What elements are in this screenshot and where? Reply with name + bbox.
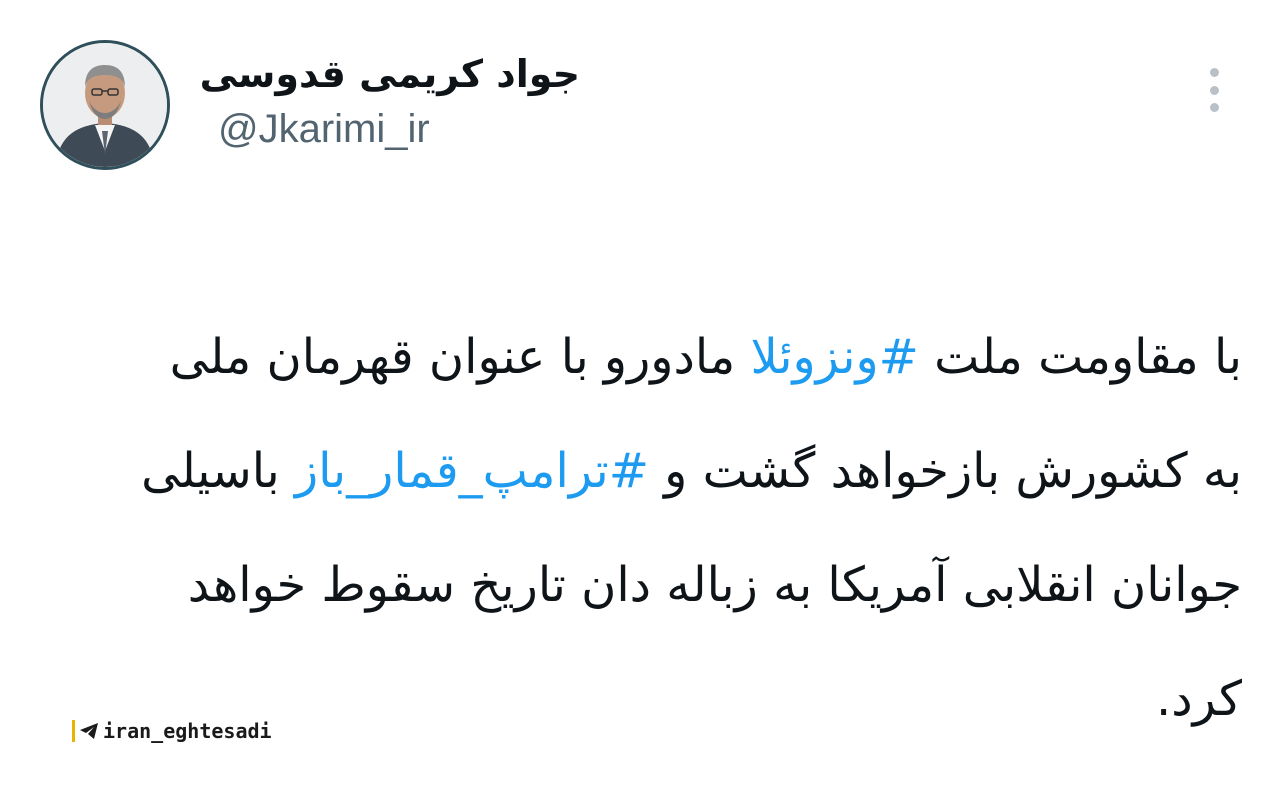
tweet-line-3: جوانان انقلابی آمریکا به زباله دان تاریخ… [187, 557, 1242, 613]
watermark-bar [72, 720, 75, 742]
tweet-text: با مقاومت ملت #ونزوئلا مادورو با عنوان ق… [60, 300, 1242, 756]
tweet-text-segment: باسیلی [141, 443, 295, 499]
avatar[interactable] [40, 40, 170, 170]
author-handle[interactable]: @Jkarimi_ir [218, 104, 430, 154]
telegram-icon [80, 723, 98, 739]
tweet-line-2: به کشورش بازخواهد گشت و #ترامپ_قمار_باز … [60, 414, 1242, 528]
tweet-text-segment: مادورو با عنوان قهرمان ملی [169, 329, 751, 385]
tweet-line-1: با مقاومت ملت #ونزوئلا مادورو با عنوان ق… [60, 300, 1242, 414]
profile-photo [43, 43, 167, 167]
hashtag-link-venezuela[interactable]: #ونزوئلا [750, 329, 918, 385]
watermark: iran_eghtesadi [72, 718, 272, 744]
more-vertical-icon [1209, 68, 1219, 77]
more-options-button[interactable] [1196, 64, 1232, 116]
more-vertical-icon-dot-2 [1209, 85, 1219, 95]
author-display-name[interactable]: جواد کریمی قدوسی [200, 50, 580, 98]
more-vertical-icon-dot-3 [1209, 103, 1219, 112]
watermark-text: iran_eghtesadi [103, 719, 272, 743]
tweet-text-segment: با مقاومت ملت [918, 329, 1242, 385]
tweet-text-segment: به کشورش بازخواهد گشت و [648, 443, 1242, 499]
hashtag-link-trump[interactable]: #ترامپ_قمار_باز [295, 443, 649, 499]
